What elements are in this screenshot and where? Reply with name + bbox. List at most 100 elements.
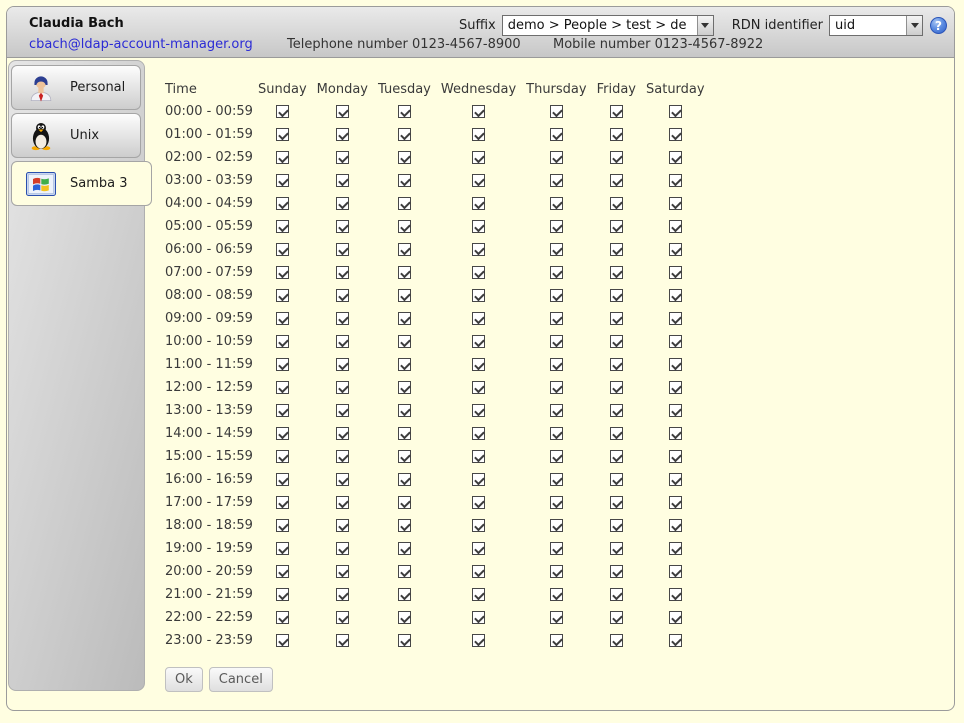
logon-hour-checkbox[interactable]: [610, 496, 623, 509]
logon-hour-checkbox[interactable]: [472, 542, 485, 555]
logon-hour-checkbox[interactable]: [550, 427, 563, 440]
logon-hour-checkbox[interactable]: [610, 473, 623, 486]
logon-hour-checkbox[interactable]: [398, 220, 411, 233]
logon-hour-checkbox[interactable]: [610, 542, 623, 555]
logon-hour-checkbox[interactable]: [669, 404, 682, 417]
logon-hour-checkbox[interactable]: [398, 358, 411, 371]
logon-hour-checkbox[interactable]: [336, 496, 349, 509]
logon-hour-checkbox[interactable]: [610, 611, 623, 624]
logon-hour-checkbox[interactable]: [398, 611, 411, 624]
logon-hour-checkbox[interactable]: [472, 427, 485, 440]
logon-hour-checkbox[interactable]: [610, 220, 623, 233]
logon-hour-checkbox[interactable]: [669, 312, 682, 325]
logon-hour-checkbox[interactable]: [336, 588, 349, 601]
logon-hour-checkbox[interactable]: [472, 381, 485, 394]
logon-hour-checkbox[interactable]: [472, 174, 485, 187]
logon-hour-checkbox[interactable]: [472, 611, 485, 624]
logon-hour-checkbox[interactable]: [276, 197, 289, 210]
logon-hour-checkbox[interactable]: [550, 266, 563, 279]
logon-hour-checkbox[interactable]: [336, 473, 349, 486]
help-icon[interactable]: ?: [930, 17, 947, 34]
logon-hour-checkbox[interactable]: [669, 335, 682, 348]
logon-hour-checkbox[interactable]: [669, 197, 682, 210]
logon-hour-checkbox[interactable]: [610, 151, 623, 164]
logon-hour-checkbox[interactable]: [610, 634, 623, 647]
logon-hour-checkbox[interactable]: [336, 105, 349, 118]
logon-hour-checkbox[interactable]: [398, 105, 411, 118]
logon-hour-checkbox[interactable]: [276, 404, 289, 417]
logon-hour-checkbox[interactable]: [398, 565, 411, 578]
logon-hour-checkbox[interactable]: [336, 450, 349, 463]
logon-hour-checkbox[interactable]: [550, 243, 563, 256]
logon-hour-checkbox[interactable]: [336, 289, 349, 302]
logon-hour-checkbox[interactable]: [398, 243, 411, 256]
logon-hour-checkbox[interactable]: [610, 358, 623, 371]
logon-hour-checkbox[interactable]: [336, 312, 349, 325]
logon-hour-checkbox[interactable]: [550, 588, 563, 601]
logon-hour-checkbox[interactable]: [398, 266, 411, 279]
logon-hour-checkbox[interactable]: [669, 588, 682, 601]
ok-button[interactable]: Ok: [165, 667, 203, 692]
logon-hour-checkbox[interactable]: [610, 381, 623, 394]
logon-hour-checkbox[interactable]: [669, 289, 682, 302]
logon-hour-checkbox[interactable]: [472, 450, 485, 463]
logon-hour-checkbox[interactable]: [276, 220, 289, 233]
logon-hour-checkbox[interactable]: [550, 151, 563, 164]
logon-hour-checkbox[interactable]: [472, 335, 485, 348]
logon-hour-checkbox[interactable]: [472, 243, 485, 256]
logon-hour-checkbox[interactable]: [336, 358, 349, 371]
logon-hour-checkbox[interactable]: [610, 519, 623, 532]
logon-hour-checkbox[interactable]: [550, 404, 563, 417]
logon-hour-checkbox[interactable]: [472, 312, 485, 325]
logon-hour-checkbox[interactable]: [336, 266, 349, 279]
logon-hour-checkbox[interactable]: [336, 519, 349, 532]
logon-hour-checkbox[interactable]: [610, 128, 623, 141]
logon-hour-checkbox[interactable]: [550, 197, 563, 210]
logon-hour-checkbox[interactable]: [472, 128, 485, 141]
logon-hour-checkbox[interactable]: [610, 335, 623, 348]
logon-hour-checkbox[interactable]: [669, 358, 682, 371]
logon-hour-checkbox[interactable]: [276, 473, 289, 486]
logon-hour-checkbox[interactable]: [550, 542, 563, 555]
logon-hour-checkbox[interactable]: [336, 220, 349, 233]
logon-hour-checkbox[interactable]: [398, 473, 411, 486]
logon-hour-checkbox[interactable]: [336, 634, 349, 647]
logon-hour-checkbox[interactable]: [336, 151, 349, 164]
logon-hour-checkbox[interactable]: [550, 473, 563, 486]
logon-hour-checkbox[interactable]: [398, 174, 411, 187]
logon-hour-checkbox[interactable]: [669, 105, 682, 118]
logon-hour-checkbox[interactable]: [276, 105, 289, 118]
logon-hour-checkbox[interactable]: [472, 404, 485, 417]
logon-hour-checkbox[interactable]: [472, 588, 485, 601]
logon-hour-checkbox[interactable]: [550, 174, 563, 187]
logon-hour-checkbox[interactable]: [398, 404, 411, 417]
logon-hour-checkbox[interactable]: [336, 197, 349, 210]
logon-hour-checkbox[interactable]: [610, 174, 623, 187]
logon-hour-checkbox[interactable]: [610, 197, 623, 210]
logon-hour-checkbox[interactable]: [398, 588, 411, 601]
logon-hour-checkbox[interactable]: [276, 151, 289, 164]
tab-personal[interactable]: Personal: [11, 65, 141, 110]
logon-hour-checkbox[interactable]: [669, 450, 682, 463]
logon-hour-checkbox[interactable]: [669, 151, 682, 164]
logon-hour-checkbox[interactable]: [336, 427, 349, 440]
logon-hour-checkbox[interactable]: [398, 312, 411, 325]
logon-hour-checkbox[interactable]: [472, 519, 485, 532]
logon-hour-checkbox[interactable]: [472, 473, 485, 486]
rdn-identifier-select[interactable]: uid: [829, 15, 923, 36]
logon-hour-checkbox[interactable]: [550, 335, 563, 348]
logon-hour-checkbox[interactable]: [398, 381, 411, 394]
logon-hour-checkbox[interactable]: [669, 266, 682, 279]
logon-hour-checkbox[interactable]: [472, 266, 485, 279]
logon-hour-checkbox[interactable]: [336, 335, 349, 348]
logon-hour-checkbox[interactable]: [276, 266, 289, 279]
logon-hour-checkbox[interactable]: [550, 312, 563, 325]
logon-hour-checkbox[interactable]: [276, 427, 289, 440]
logon-hour-checkbox[interactable]: [550, 634, 563, 647]
logon-hour-checkbox[interactable]: [550, 105, 563, 118]
logon-hour-checkbox[interactable]: [610, 105, 623, 118]
logon-hour-checkbox[interactable]: [610, 266, 623, 279]
cancel-button[interactable]: Cancel: [209, 667, 273, 692]
logon-hour-checkbox[interactable]: [398, 151, 411, 164]
logon-hour-checkbox[interactable]: [276, 335, 289, 348]
